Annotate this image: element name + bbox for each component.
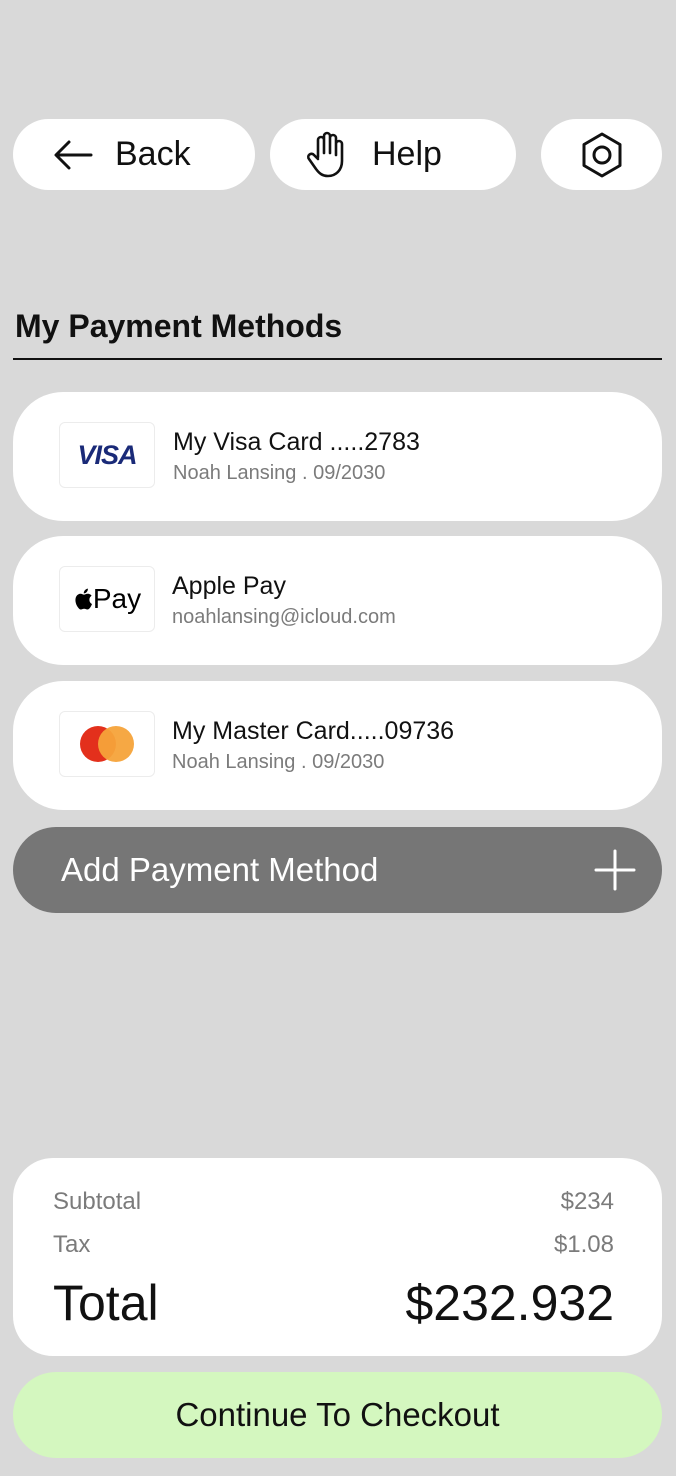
order-summary: Subtotal $234 Tax $1.08 Total $232.932	[13, 1158, 662, 1356]
payment-method-visa[interactable]: VISA My Visa Card .....2783 Noah Lansing…	[13, 392, 662, 521]
hand-icon	[307, 131, 344, 177]
add-payment-method-button[interactable]: Add Payment Method	[13, 827, 662, 913]
mastercard-logo-icon	[80, 726, 134, 762]
total-row: Total $232.932	[53, 1274, 614, 1332]
settings-button[interactable]	[541, 119, 662, 190]
tax-label: Tax	[53, 1231, 91, 1258]
payment-method-name: Apple Pay	[172, 572, 286, 600]
payment-method-apple-pay[interactable]: Pay Apple Pay noahlansing@icloud.com	[13, 536, 662, 665]
help-label: Help	[372, 135, 442, 173]
back-button[interactable]: Back	[13, 119, 255, 190]
subtotal-label: Subtotal	[53, 1188, 142, 1215]
subtotal-value: $234	[560, 1188, 614, 1215]
top-bar: Back Help	[13, 119, 662, 190]
apple-pay-logo: Pay	[59, 566, 155, 632]
payment-method-name: My Visa Card .....2783	[173, 428, 420, 456]
payment-method-detail: Noah Lansing . 09/2030	[173, 462, 386, 484]
help-button[interactable]: Help	[270, 119, 516, 190]
tax-row: Tax $1.08	[53, 1231, 614, 1259]
total-value: $232.932	[405, 1275, 614, 1331]
subtotal-row: Subtotal $234	[53, 1188, 614, 1216]
arrow-left-icon	[54, 140, 93, 169]
tax-value: $1.08	[553, 1231, 614, 1258]
payment-method-mastercard[interactable]: My Master Card.....09736 Noah Lansing . …	[13, 681, 662, 810]
title-divider	[13, 358, 662, 360]
continue-to-checkout-button[interactable]: Continue To Checkout	[13, 1372, 662, 1458]
settings-hex-icon	[582, 132, 621, 177]
apple-pay-logo-text: Pay	[92, 583, 142, 614]
checkout-label: Continue To Checkout	[175, 1396, 500, 1433]
add-payment-method-label: Add Payment Method	[61, 851, 379, 888]
visa-logo: VISA	[59, 422, 155, 488]
payment-method-name: My Master Card.....09736	[172, 717, 455, 745]
plus-icon	[594, 849, 636, 891]
mastercard-logo	[59, 711, 155, 777]
visa-logo-text: VISA	[77, 439, 137, 470]
payment-method-detail: noahlansing@icloud.com	[172, 606, 396, 628]
payment-method-detail: Noah Lansing . 09/2030	[172, 751, 385, 773]
page-title: My Payment Methods	[15, 308, 343, 344]
total-label: Total	[53, 1275, 159, 1331]
apple-icon	[75, 588, 92, 610]
back-label: Back	[115, 135, 191, 173]
